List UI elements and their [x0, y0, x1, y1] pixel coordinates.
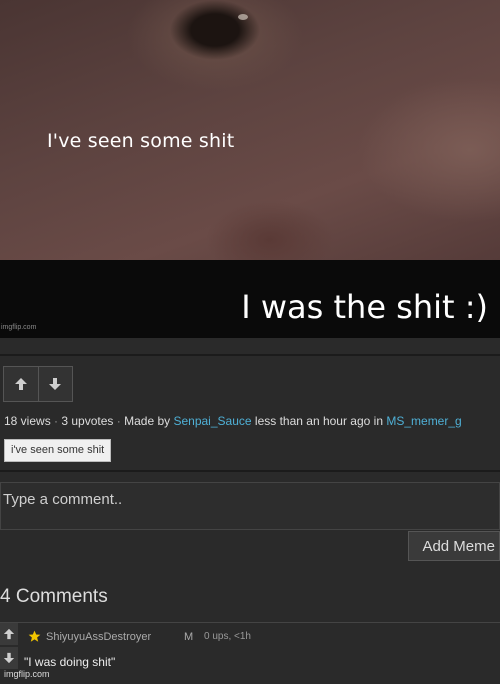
meme-caption-bar: I was the shit :) imgflip.com: [0, 260, 500, 338]
comment-downvote-button[interactable]: [0, 647, 18, 669]
comments-header: 4 Comments: [0, 586, 108, 607]
post-tag[interactable]: i've seen some shit: [4, 439, 112, 462]
meta-separator: ·: [116, 414, 125, 428]
meme-watermark: imgflip.com: [1, 324, 37, 331]
comment-item: ShiyuyuAssDestroyer M 0 ups, <1h "I was …: [0, 622, 500, 679]
arrow-up-icon: [3, 628, 15, 640]
eye-highlight: [238, 14, 248, 20]
view-count: 18 views: [4, 414, 51, 428]
upvote-count: 3 upvotes: [61, 414, 114, 428]
made-by-label: Made by: [124, 414, 171, 428]
downvote-button[interactable]: [37, 367, 73, 401]
upvote-button[interactable]: [4, 367, 38, 401]
comment-box: [0, 482, 500, 530]
meme-bottom-text: I was the shit :): [241, 288, 488, 326]
comment-text: "I was doing shit": [24, 655, 116, 669]
author-link[interactable]: Senpai_Sauce: [173, 414, 251, 428]
comment-username[interactable]: ShiyuyuAssDestroyer: [46, 631, 151, 643]
comment-input[interactable]: [1, 483, 499, 529]
divider: [0, 470, 500, 472]
imgflip-watermark: imgflip.com: [4, 669, 50, 679]
comment-user-flag: M: [184, 631, 194, 643]
post-time: less than an hour ago in: [254, 414, 383, 428]
post-meta: 18 views · 3 upvotes · Made by Senpai_Sa…: [4, 414, 462, 428]
arrow-up-icon: [14, 378, 27, 390]
arrow-down-icon: [3, 652, 15, 664]
divider: [0, 354, 500, 356]
comment-upvote-button[interactable]: [0, 623, 18, 645]
arrow-down-icon: [49, 378, 62, 390]
meme-top-text: I've seen some shit: [47, 130, 235, 152]
add-meme-button[interactable]: Add Meme: [408, 531, 500, 561]
post-vote-buttons: [3, 366, 73, 402]
stream-link[interactable]: MS_memer_g: [386, 414, 461, 428]
meme-image: I've seen some shit: [0, 0, 500, 260]
star-icon: [28, 630, 41, 642]
comment-info: 0 ups, <1h: [204, 631, 251, 642]
